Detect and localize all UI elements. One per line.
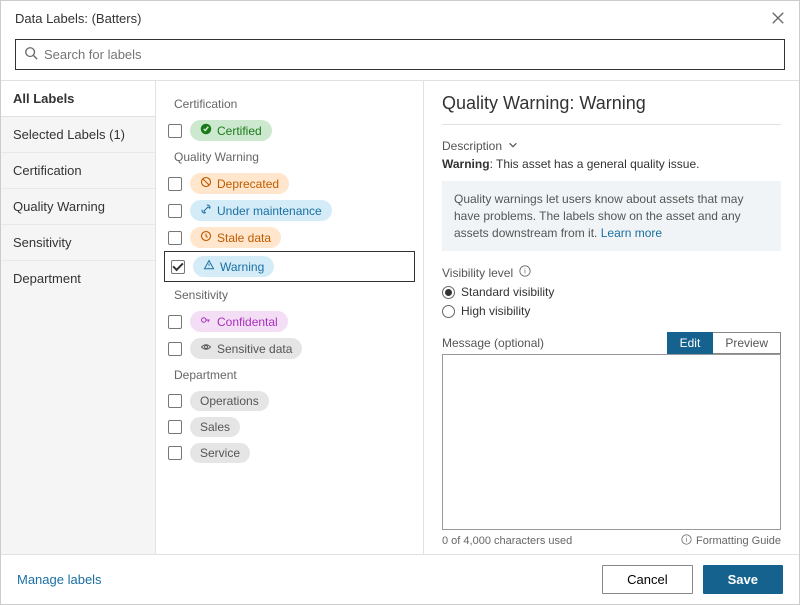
eye-icon [200,341,212,356]
info-icon[interactable]: i [519,265,531,280]
svg-text:i: i [686,537,688,544]
pill-label: Under maintenance [217,204,322,218]
label-row-certified[interactable]: Certified [156,117,423,144]
pill-label: Operations [200,394,259,408]
char-count: 0 of 4,000 characters used [442,535,572,547]
manage-labels-link[interactable]: Manage labels [17,572,102,587]
message-label: Message (optional) [442,336,544,350]
pill-confidential: Confidental [190,311,288,332]
detail-title: Quality Warning: Warning [442,93,781,125]
search-input[interactable] [44,47,776,62]
pill-stale-data: Stale data [190,227,281,248]
section-title-certification: Certification [156,91,423,117]
pill-label: Sensitive data [217,342,292,356]
formatting-guide-label: Formatting Guide [696,535,781,547]
info-text: Quality warnings let users know about as… [454,192,743,240]
description-toggle[interactable]: Description [442,139,781,153]
info-box: Quality warnings let users know about as… [442,181,781,251]
info-icon: i [681,534,692,548]
chevron-down-icon [508,139,518,153]
pill-certified: Certified [190,120,272,141]
pill-deprecated: Deprecated [190,173,289,194]
pill-label: Sales [200,420,230,434]
maintenance-icon [200,203,212,218]
section-title-quality: Quality Warning [156,144,423,170]
pill-under-maintenance: Under maintenance [190,200,332,221]
section-title-sensitivity: Sensitivity [156,282,423,308]
radio-standard[interactable] [442,286,455,299]
label-row-under-maintenance[interactable]: Under maintenance [156,197,423,224]
pill-label: Service [200,446,240,460]
checkbox-certified[interactable] [168,124,182,138]
label-row-sensitive-data[interactable]: Sensitive data [156,335,423,362]
radio-high[interactable] [442,305,455,318]
visibility-standard[interactable]: Standard visibility [442,285,781,299]
description-bold: Warning [442,157,490,171]
pill-label: Warning [220,260,264,274]
checkbox-under-maintenance[interactable] [168,204,182,218]
cancel-button[interactable]: Cancel [602,565,692,594]
label-row-confidential[interactable]: Confidental [156,308,423,335]
search-input-wrap[interactable] [15,39,785,70]
dialog-title: Data Labels: (Batters) [15,11,769,26]
learn-more-link[interactable]: Learn more [601,226,662,240]
stale-icon [200,230,212,245]
checkbox-confidential[interactable] [168,315,182,329]
svg-text:i: i [524,267,526,276]
label-row-sales[interactable]: Sales [156,414,423,440]
sidebar: All Labels Selected Labels (1) Certifica… [1,81,156,554]
pill-sales: Sales [190,417,240,437]
label-row-service[interactable]: Service [156,440,423,466]
sidebar-item-department[interactable]: Department [1,261,155,296]
pill-label: Certified [217,124,262,138]
label-row-stale-data[interactable]: Stale data [156,224,423,251]
pill-label: Deprecated [217,177,279,191]
checkbox-stale-data[interactable] [168,231,182,245]
section-title-department: Department [156,362,423,388]
checkbox-deprecated[interactable] [168,177,182,191]
sidebar-item-certification[interactable]: Certification [1,153,155,189]
radio-label: Standard visibility [461,285,554,299]
sidebar-item-selected[interactable]: Selected Labels (1) [1,117,155,153]
sidebar-item-quality-warning[interactable]: Quality Warning [1,189,155,225]
description-body: : This asset has a general quality issue… [490,157,700,171]
pill-sensitive-data: Sensitive data [190,338,302,359]
radio-label: High visibility [461,304,530,318]
description-label: Description [442,139,502,153]
checkbox-warning[interactable] [171,260,185,274]
deprecated-icon [200,176,212,191]
checkbox-sensitive-data[interactable] [168,342,182,356]
warning-icon [203,259,215,274]
label-row-deprecated[interactable]: Deprecated [156,170,423,197]
label-row-warning[interactable]: Warning [164,251,415,282]
search-icon [24,46,38,63]
description-text: Warning: This asset has a general qualit… [442,157,781,171]
pill-warning: Warning [193,256,274,277]
checkbox-service[interactable] [168,446,182,460]
pill-label: Stale data [217,231,271,245]
pill-service: Service [190,443,250,463]
sidebar-header-all-labels[interactable]: All Labels [1,81,155,117]
tab-edit[interactable]: Edit [667,332,714,354]
message-textarea[interactable] [442,354,781,530]
tab-preview[interactable]: Preview [713,332,781,354]
pill-label: Confidental [217,315,278,329]
label-list: Certification Certified Quality Warning … [156,81,423,554]
visibility-title: Visibility level [442,266,513,280]
label-row-operations[interactable]: Operations [156,388,423,414]
key-icon [200,314,212,329]
visibility-high[interactable]: High visibility [442,304,781,318]
pill-operations: Operations [190,391,269,411]
save-button[interactable]: Save [703,565,783,594]
close-icon[interactable] [769,9,787,27]
checkbox-operations[interactable] [168,394,182,408]
detail-pane: Quality Warning: Warning Description War… [423,81,799,554]
check-badge-icon [200,123,212,138]
formatting-guide-link[interactable]: i Formatting Guide [681,534,781,548]
sidebar-item-sensitivity[interactable]: Sensitivity [1,225,155,261]
checkbox-sales[interactable] [168,420,182,434]
